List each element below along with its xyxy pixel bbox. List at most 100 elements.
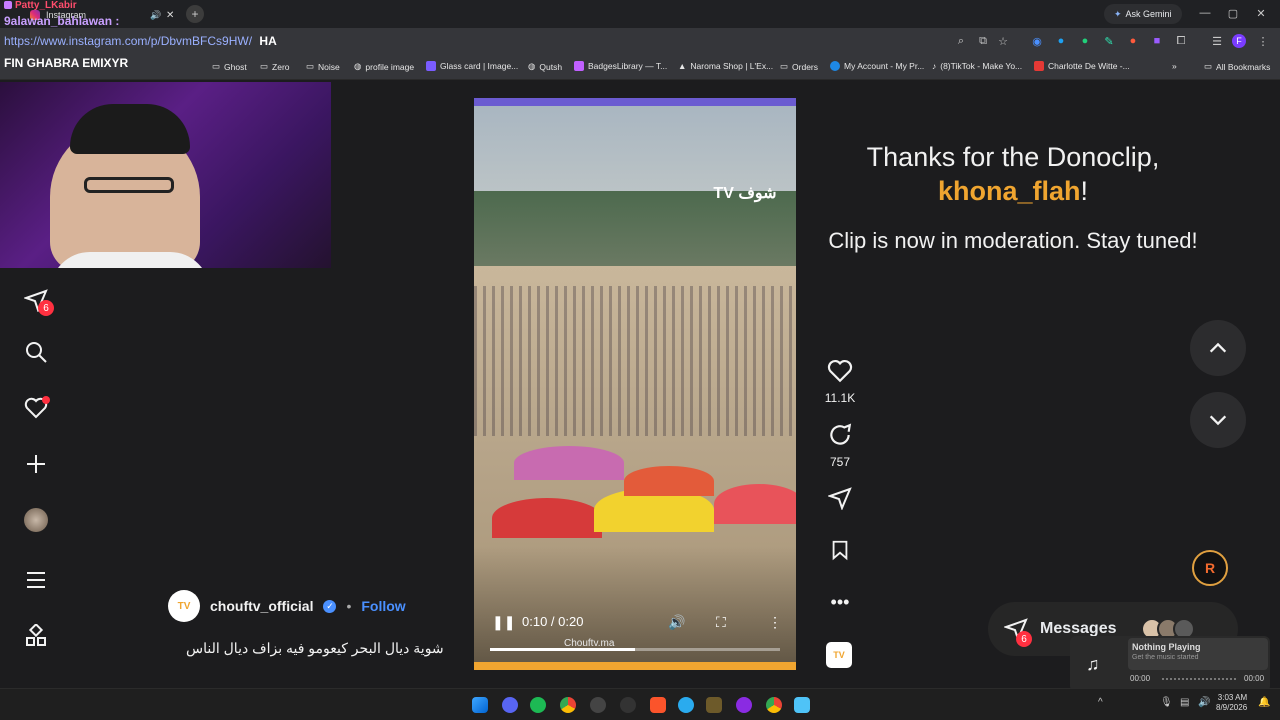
- bookmark-label: Naroma Shop | L'Ex...: [690, 61, 774, 71]
- chrome-icon[interactable]: [560, 697, 576, 713]
- microphone-icon[interactable]: 🎙: [1160, 697, 1173, 708]
- discord-icon[interactable]: [502, 697, 518, 713]
- extension-icon[interactable]: ●: [1078, 34, 1092, 48]
- bookmark-item[interactable]: My Account - My Pr...: [830, 61, 924, 71]
- spotify-icon[interactable]: [530, 697, 546, 713]
- threads-apps-icon[interactable]: [22, 622, 50, 650]
- telegram-icon[interactable]: [678, 697, 694, 713]
- music-progress[interactable]: [1162, 678, 1238, 680]
- video-shade: [474, 546, 796, 670]
- close-window-icon[interactable]: ✕: [1254, 6, 1268, 20]
- all-bookmarks-button[interactable]: ▭ All Bookmarks: [1204, 61, 1270, 72]
- speaker-icon[interactable]: 🔊: [150, 10, 161, 21]
- ask-gemini-button[interactable]: ✦ Ask Gemini: [1104, 4, 1182, 24]
- bookmark-item[interactable]: ▭ Ghost: [212, 61, 247, 72]
- comment-count: 757: [829, 455, 851, 469]
- audio-thumbnail[interactable]: TV: [826, 642, 852, 668]
- volume-icon[interactable]: 🔊: [668, 614, 685, 631]
- tray-overflow-icon[interactable]: ^: [1098, 697, 1103, 708]
- extension-icon[interactable]: ✎: [1102, 34, 1116, 48]
- tiktok-icon: ♪: [932, 61, 937, 71]
- create-plus-icon[interactable]: [22, 450, 50, 478]
- reel-video[interactable]: شوف TV ❚❚ 0:10 / 0:20 🔊 ⛶ ⋮ Chouftv.ma: [474, 98, 796, 670]
- bookmark-item[interactable]: Charlotte De Witte -...: [1034, 61, 1130, 71]
- brave-icon[interactable]: [650, 697, 666, 713]
- folder-icon: ▭: [1204, 61, 1213, 71]
- bookmark-label: Ghost: [224, 61, 247, 72]
- install-icon[interactable]: ⧉: [976, 34, 990, 48]
- menu-hamburger-icon[interactable]: [22, 566, 50, 594]
- share-action[interactable]: [820, 486, 860, 515]
- save-action[interactable]: [820, 538, 860, 567]
- chevron-up-icon: [1209, 342, 1227, 353]
- extension-icon[interactable]: ■: [1150, 34, 1164, 48]
- bookmark-item[interactable]: ▲ Naroma Shop | L'Ex...: [678, 61, 773, 71]
- like-action[interactable]: 11.1K: [820, 358, 860, 405]
- ask-gemini-label: Ask Gemini: [1125, 9, 1172, 19]
- next-reel-button[interactable]: [1190, 392, 1246, 448]
- separator-dot: •: [346, 598, 352, 614]
- bookmark-item[interactable]: ◍ Qutsh: [528, 61, 562, 72]
- bookmark-item[interactable]: ▭ Zero: [260, 61, 290, 72]
- author-username[interactable]: chouftv_official: [210, 598, 313, 614]
- previous-reel-button[interactable]: [1190, 320, 1246, 376]
- github-icon[interactable]: [620, 697, 636, 713]
- extension-icon[interactable]: ●: [1054, 34, 1068, 48]
- comment-action[interactable]: 757: [820, 422, 860, 469]
- notifications-bell-icon[interactable]: 🔔: [1258, 697, 1270, 708]
- bookmark-label: Qutsh: [539, 61, 563, 72]
- bookmark-item[interactable]: ◍ profile image: [354, 61, 414, 72]
- extension-float-icon[interactable]: R: [1192, 550, 1228, 586]
- volume-tray-icon[interactable]: 🔊: [1198, 697, 1210, 708]
- bookmark-item[interactable]: BadgesLibrary — T...: [574, 61, 667, 71]
- network-icon[interactable]: ▤: [1180, 697, 1189, 708]
- extension-icon[interactable]: ◉: [1030, 34, 1044, 48]
- pause-icon[interactable]: ❚❚: [492, 614, 515, 631]
- bookmark-item[interactable]: ▭ Noise: [306, 61, 340, 72]
- fullscreen-icon[interactable]: ⛶: [716, 614, 726, 631]
- close-tab-icon[interactable]: ✕: [166, 10, 174, 21]
- more-options-icon[interactable]: •••: [820, 592, 860, 613]
- folder-icon: ▭: [260, 61, 269, 71]
- sidebar-nav: 6: [0, 80, 72, 688]
- app-icon[interactable]: [590, 697, 606, 713]
- heart-notifications-icon[interactable]: [22, 394, 50, 422]
- extension-icon[interactable]: ●: [1126, 34, 1140, 48]
- app-icon[interactable]: [794, 697, 810, 713]
- chat-overlay-suffix: HA: [259, 34, 277, 48]
- profile-avatar[interactable]: [22, 506, 50, 534]
- avatar: [24, 508, 48, 532]
- bookmark-item[interactable]: Glass card | Image...: [426, 61, 518, 71]
- app-icon[interactable]: [706, 697, 722, 713]
- app-icon[interactable]: [736, 697, 752, 713]
- maximize-icon[interactable]: ▢: [1226, 6, 1240, 20]
- profile-avatar[interactable]: F: [1232, 34, 1246, 48]
- search-icon[interactable]: [22, 338, 50, 366]
- triangle-icon: ▲: [678, 61, 687, 71]
- chrome-active-icon[interactable]: [766, 697, 782, 713]
- clock[interactable]: 3:03 AM 8/9/2026: [1216, 693, 1247, 713]
- follow-button[interactable]: Follow: [361, 598, 405, 614]
- tab-favicon-icon: [4, 1, 12, 9]
- video-time: 0:10 / 0:20: [522, 614, 584, 629]
- bookmark-item[interactable]: ♪ (8)TikTok - Make Yo...: [932, 61, 1022, 71]
- author-avatar[interactable]: TV: [168, 590, 200, 622]
- tab-search-icon[interactable]: ☰: [1210, 34, 1224, 48]
- direct-messages-icon[interactable]: 6: [22, 286, 54, 316]
- donoclip-name-line: khona_flah!: [810, 174, 1216, 208]
- minimize-icon[interactable]: —: [1198, 6, 1212, 20]
- extensions-puzzle-icon[interactable]: ⧠: [1174, 34, 1188, 48]
- bookmark-item[interactable]: ▭ Orders: [780, 61, 818, 72]
- url-input[interactable]: https://www.instagram.com/p/DbvmBFCs9HW/…: [4, 34, 277, 48]
- zoom-icon[interactable]: ⌕: [954, 34, 968, 48]
- windows-start-icon[interactable]: [472, 697, 488, 713]
- new-tab-button[interactable]: +: [186, 5, 204, 23]
- browser-tabbar: Patty_LKabir Instagram 🔊 ✕ + ✦ Ask Gemin…: [0, 0, 1280, 28]
- bookmarks-overflow-icon[interactable]: »: [1172, 61, 1177, 71]
- windows-taskbar: ^ 🎙 ▤ 🔊 3:03 AM 8/9/2026 🔔: [0, 688, 1280, 720]
- donoclip-exclaim: !: [1080, 176, 1089, 206]
- video-progress-track[interactable]: [490, 648, 780, 651]
- menu-kebab-icon[interactable]: ⋮: [1256, 34, 1270, 48]
- video-more-icon[interactable]: ⋮: [768, 614, 782, 631]
- bookmark-star-icon[interactable]: ☆: [996, 34, 1010, 48]
